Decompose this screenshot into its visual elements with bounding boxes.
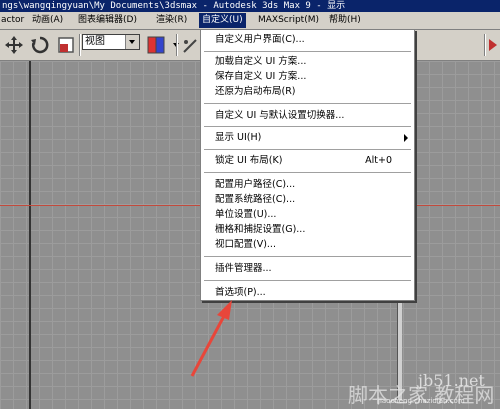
watermark-site: jb51.net bbox=[418, 371, 485, 390]
annotation-arrow-icon bbox=[190, 300, 232, 377]
watermark-url: jiaocheng.chazidian.com bbox=[378, 397, 465, 405]
